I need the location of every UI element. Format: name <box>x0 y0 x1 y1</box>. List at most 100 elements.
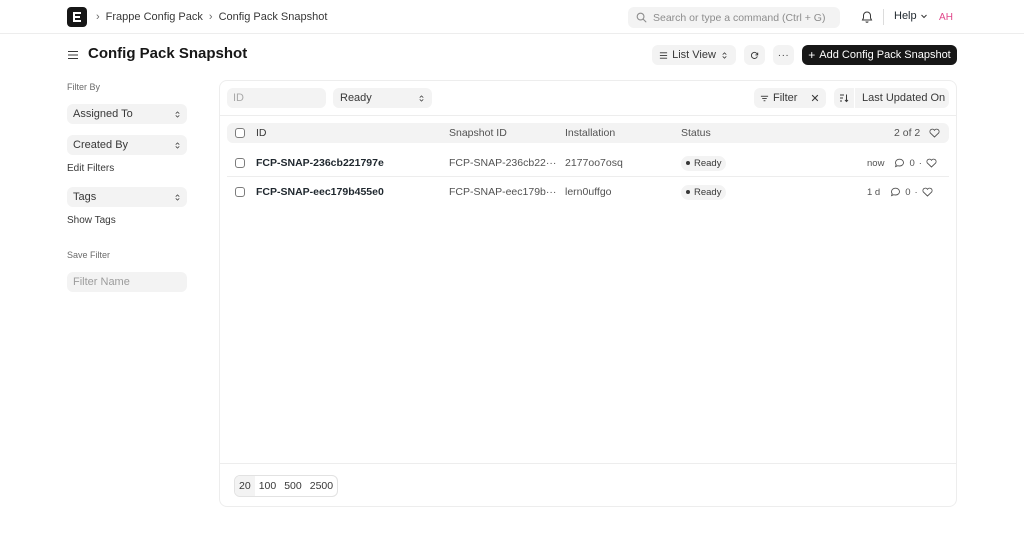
tags-label: Tags <box>73 191 97 203</box>
row-installation: 2177oo7osq <box>565 157 623 169</box>
row-checkbox[interactable] <box>235 158 245 168</box>
chevron-right-icon: › <box>96 11 100 23</box>
comment-icon[interactable] <box>890 187 901 197</box>
more-actions-button[interactable]: ··· <box>773 45 794 65</box>
assigned-to-label: Assigned To <box>73 108 133 120</box>
add-config-pack-snapshot-button[interactable]: + Add Config Pack Snapshot <box>802 45 957 65</box>
show-tags-link[interactable]: Show Tags <box>67 215 116 226</box>
row-id-link[interactable]: FCP-SNAP-eec179b455e0 <box>256 178 384 206</box>
list-icon <box>659 51 668 59</box>
tags-select[interactable]: Tags <box>67 187 187 207</box>
list-view-label: List View <box>672 49 716 61</box>
help-dropdown[interactable]: Help <box>894 10 928 22</box>
add-button-label: Add Config Pack Snapshot <box>819 49 951 61</box>
select-arrows-icon <box>175 193 180 201</box>
row-snapshot-id: FCP-SNAP-236cb22··· <box>449 157 557 169</box>
navbar-divider <box>883 9 884 25</box>
like-heart-icon[interactable] <box>926 158 937 168</box>
filter-by-label: Filter By <box>67 82 101 92</box>
filter-icon <box>760 95 769 101</box>
edit-filters-link[interactable]: Edit Filters <box>67 163 114 174</box>
page-length-selector: 20 100 500 2500 <box>234 475 339 497</box>
status-badge-label: Ready <box>694 186 722 198</box>
row-meta: now 0 · <box>867 149 937 177</box>
divider <box>220 115 956 116</box>
like-heart-icon[interactable] <box>922 187 933 197</box>
reload-button[interactable] <box>744 45 765 65</box>
save-filter-label: Save Filter <box>67 250 111 260</box>
created-by-select[interactable]: Created By <box>67 135 187 155</box>
row-checkbox[interactable] <box>235 187 245 197</box>
row-modified: now <box>867 157 885 169</box>
breadcrumb: › Frappe Config Pack › Config Pack Snaps… <box>96 0 327 34</box>
status-filter-select[interactable]: Ready <box>333 88 432 108</box>
row-status-cell: Ready <box>681 149 727 177</box>
status-badge-label: Ready <box>694 157 722 169</box>
row-meta: 1 d 0 · <box>867 178 933 206</box>
result-count: 2 of 2 <box>894 127 921 139</box>
id-filter-input[interactable]: ID <box>227 88 326 108</box>
table-header: ID Snapshot ID Installation Status 2 of … <box>227 123 949 143</box>
clear-filter-icon[interactable]: ✕ <box>809 92 821 105</box>
column-header-snapshot-id[interactable]: Snapshot ID <box>449 123 507 143</box>
select-arrows-icon <box>419 94 424 102</box>
sort-by-select[interactable]: Last Updated On <box>855 88 949 108</box>
help-label: Help <box>894 10 917 22</box>
separator-dot: · <box>914 186 918 198</box>
list-view-switcher[interactable]: List View <box>652 45 736 65</box>
row-installation: lern0uffgo <box>565 186 612 198</box>
column-header-status[interactable]: Status <box>681 123 711 143</box>
row-status-cell: Ready <box>681 178 727 206</box>
select-arrows-icon <box>175 141 180 149</box>
page-size-100[interactable]: 100 <box>255 476 281 496</box>
row-id-link[interactable]: FCP-SNAP-236cb221797e <box>256 149 384 177</box>
created-by-label: Created By <box>73 139 129 151</box>
status-dot-icon <box>686 190 690 194</box>
top-navbar: › Frappe Config Pack › Config Pack Snaps… <box>0 0 1024 34</box>
filter-name-input[interactable]: Filter Name <box>67 272 187 292</box>
assigned-to-select[interactable]: Assigned To <box>67 104 187 124</box>
column-header-installation[interactable]: Installation <box>565 123 615 143</box>
search-placeholder: Search or type a command (Ctrl + G) <box>653 11 826 24</box>
status-dot-icon <box>686 161 690 165</box>
refresh-icon <box>751 51 759 59</box>
select-arrows-icon <box>722 51 727 59</box>
plus-icon: + <box>808 48 816 62</box>
app-logo[interactable] <box>67 7 87 27</box>
comment-icon[interactable] <box>894 158 905 168</box>
status-filter-value: Ready <box>340 92 372 104</box>
comment-count: 0 <box>905 186 911 198</box>
sort-descending-icon <box>840 94 849 103</box>
status-badge: Ready <box>681 155 727 171</box>
filter-label: Filter <box>773 92 798 104</box>
search-icon <box>636 12 647 23</box>
row-modified: 1 d <box>867 186 881 198</box>
sort-direction-button[interactable] <box>834 88 854 108</box>
list-card: ID Ready Filter ✕ Last Updated On ID Sna… <box>219 80 957 507</box>
row-snapshot-id: FCP-SNAP-eec179b··· <box>449 186 557 198</box>
avatar[interactable]: AH <box>936 9 956 25</box>
table-row[interactable]: FCP-SNAP-eec179b455e0 FCP-SNAP-eec179b··… <box>227 178 949 206</box>
frappe-logo-icon <box>73 12 81 22</box>
status-badge: Ready <box>681 184 727 200</box>
table-row[interactable]: FCP-SNAP-236cb221797e FCP-SNAP-236cb22··… <box>227 149 949 177</box>
chevron-right-icon: › <box>208 11 213 23</box>
like-filter-icon[interactable] <box>929 123 940 143</box>
separator-dot: · <box>918 157 922 169</box>
sidebar-toggle-icon[interactable] <box>67 49 79 61</box>
page-size-20[interactable]: 20 <box>235 476 255 496</box>
select-all-checkbox[interactable] <box>235 128 245 138</box>
chevron-down-icon <box>920 14 927 19</box>
divider <box>220 463 956 464</box>
notification-bell-icon[interactable] <box>860 10 874 24</box>
ellipsis-icon: ··· <box>777 49 790 61</box>
search-input[interactable]: Search or type a command (Ctrl + G) <box>628 7 840 28</box>
page-size-2500[interactable]: 2500 <box>306 476 337 496</box>
comment-count: 0 <box>909 157 915 169</box>
select-arrows-icon <box>175 110 180 118</box>
page-title: Config Pack Snapshot <box>88 45 248 62</box>
page-size-500[interactable]: 500 <box>280 476 306 496</box>
column-header-id[interactable]: ID <box>256 123 267 143</box>
breadcrumb-item-module[interactable]: Frappe Config Pack <box>106 11 203 23</box>
breadcrumb-item-doctype[interactable]: Config Pack Snapshot <box>219 11 328 23</box>
